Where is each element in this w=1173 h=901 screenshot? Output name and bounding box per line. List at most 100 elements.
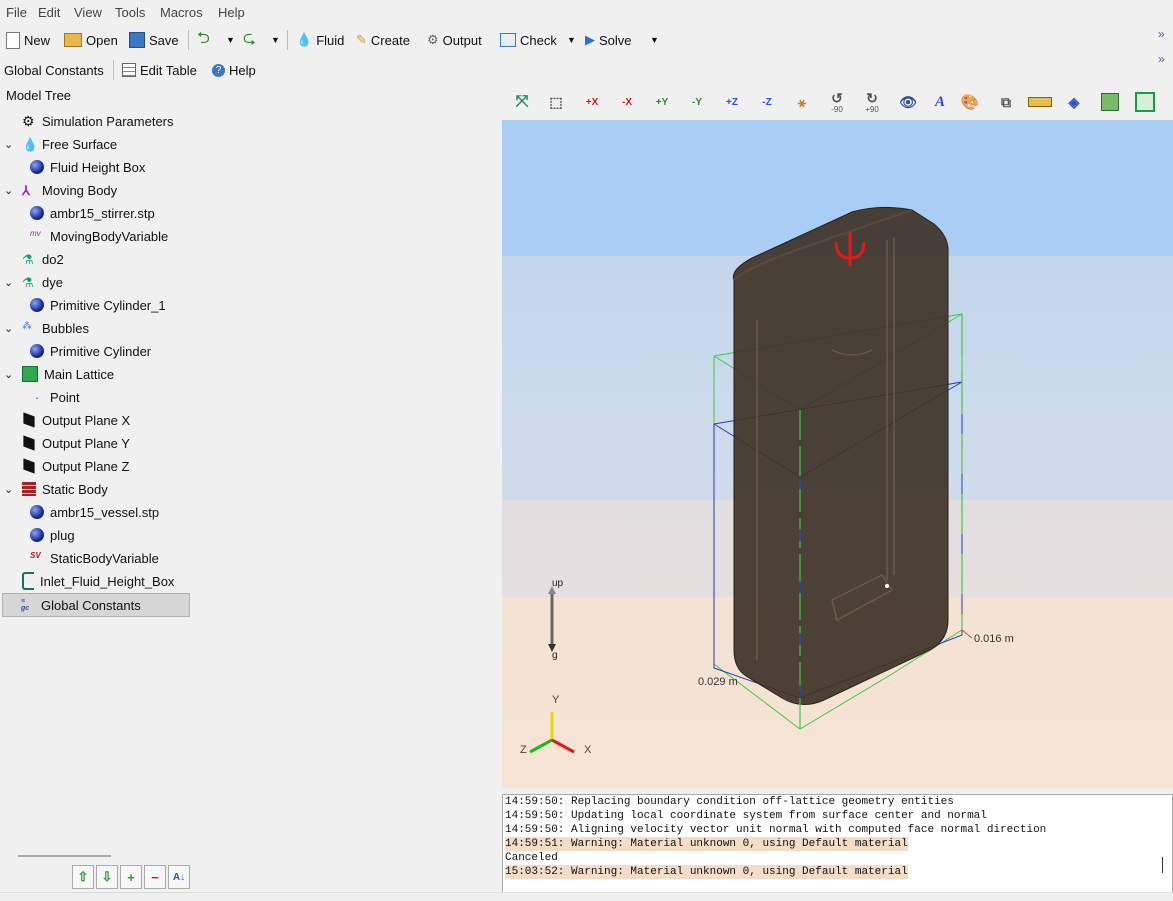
save-button[interactable]: Save <box>129 30 179 50</box>
tree-item-moving-body[interactable]: ⌄ ⅄ Moving Body <box>0 179 200 201</box>
tree-item-bubbles[interactable]: ⌄ ⁂ Bubbles <box>0 317 200 339</box>
tree-item-dye[interactable]: ⌄ ⚗ dye <box>0 271 200 293</box>
tree-item-ambr15-stirrer[interactable]: ambr15_stirrer.stp <box>30 202 155 224</box>
wireframe-view-button[interactable] <box>1131 88 1159 116</box>
shaded-view-button[interactable] <box>1096 88 1124 116</box>
tree-item-point[interactable]: · Point <box>30 386 80 408</box>
tree-item-primitive-cylinder-1[interactable]: Primitive Cylinder_1 <box>30 294 166 316</box>
check-dropdown[interactable]: ▼ <box>567 30 576 50</box>
solid-cube-icon <box>1101 93 1119 111</box>
edit-table-label: Edit Table <box>140 62 197 78</box>
check-button-label: Check <box>520 32 557 48</box>
edit-table-button[interactable]: Edit Table <box>122 60 197 80</box>
undo-dropdown[interactable]: ▼ <box>226 30 235 50</box>
tree-item-plug[interactable]: plug <box>30 524 75 546</box>
redo-dropdown[interactable]: ▼ <box>271 30 280 50</box>
move-down-button[interactable]: ⇩ <box>96 865 118 889</box>
menu-macros[interactable]: Macros <box>160 5 203 20</box>
tree-item-output-plane-z[interactable]: Output Plane Z <box>22 455 129 477</box>
view-plus-y-button[interactable]: +Y <box>648 88 676 116</box>
3d-viewport[interactable]: 0.029 m 0.016 m up g Y X Z <box>502 120 1173 788</box>
open-button[interactable]: Open <box>64 30 118 50</box>
remove-button[interactable]: − <box>144 865 166 889</box>
chevron-down-icon[interactable]: ⌄ <box>4 276 14 289</box>
visibility-button[interactable]: 👁 <box>894 88 922 116</box>
minus-icon: − <box>151 869 159 885</box>
view-minus-z-button[interactable]: -Z <box>753 88 781 116</box>
tree-item-global-constants[interactable]: ≡ gc Global Constants <box>2 593 190 617</box>
help-button[interactable]: ? Help <box>212 60 256 80</box>
projection-button[interactable]: ⧉ <box>992 88 1020 116</box>
gear-icon: ⚙ <box>22 113 35 129</box>
tree-item-ambr15-vessel[interactable]: ambr15_vessel.stp <box>30 501 159 523</box>
chevron-down-icon[interactable]: ⌄ <box>4 322 14 335</box>
menu-view[interactable]: View <box>74 5 102 20</box>
fit-all-button[interactable]: ⤧ <box>508 88 536 116</box>
rotate-minus-90-label: -90 <box>831 104 843 114</box>
ruler-button[interactable] <box>1026 88 1054 116</box>
view-plus-x-button[interactable]: +X <box>578 88 606 116</box>
view-minus-x-button[interactable]: -X <box>613 88 641 116</box>
isometric-view-button[interactable]: ⚹ <box>788 88 816 116</box>
tree-item-simulation-parameters[interactable]: ⚙ Simulation Parameters <box>22 110 174 132</box>
tree-item-do2[interactable]: ⚗ do2 <box>22 248 64 270</box>
solve-dropdown[interactable]: ▼ <box>650 30 659 50</box>
tree-item-free-surface[interactable]: ⌄ 💧 Free Surface <box>0 133 200 155</box>
sphere-icon <box>30 206 44 220</box>
view-plus-z-label: +Z <box>726 96 738 108</box>
output-button-label: Output <box>442 32 482 48</box>
rotate-plus-90-label: +90 <box>865 104 879 114</box>
axis-triad <box>529 712 575 754</box>
chevron-down-icon[interactable]: ⌄ <box>4 184 14 197</box>
tree-item-main-lattice[interactable]: ⌄ Main Lattice <box>0 363 200 385</box>
log-console[interactable]: 14:59:50: Replacing boundary condition o… <box>502 794 1173 894</box>
output-button[interactable]: ⚙ Output <box>427 30 482 50</box>
tree-item-output-plane-y[interactable]: Output Plane Y <box>22 432 130 454</box>
redo-button[interactable]: ⮎ <box>243 30 256 50</box>
new-button[interactable]: New <box>6 30 50 50</box>
fluid-button[interactable]: 💧 Fluid <box>296 30 344 50</box>
rotate-plus-90-button[interactable]: ↻ +90 <box>858 88 886 116</box>
appearance-button[interactable]: 🎨 <box>956 88 984 116</box>
tree-item-static-body[interactable]: ⌄ Static Body <box>0 478 200 500</box>
check-button[interactable]: Check <box>500 30 557 50</box>
menu-tools[interactable]: Tools <box>115 5 145 20</box>
tree-item-inlet-fluid-height-box[interactable]: Inlet_Fluid_Height_Box <box>22 570 174 592</box>
solve-button[interactable]: ▶ Solve <box>585 30 632 50</box>
add-button[interactable]: + <box>120 865 142 889</box>
text-icon: A <box>934 93 945 110</box>
rotate-cw-icon: ↻ <box>866 89 878 106</box>
double-chevron-right-icon: » <box>1158 27 1165 41</box>
tree-item-primitive-cylinder[interactable]: Primitive Cylinder <box>30 340 151 362</box>
tree-item-label: Primitive Cylinder_1 <box>50 297 166 313</box>
clip-plane-button[interactable]: ◈ <box>1060 88 1088 116</box>
tree-item-output-plane-x[interactable]: Output Plane X <box>22 409 130 431</box>
chevron-down-icon[interactable]: ⌄ <box>4 368 14 381</box>
view-minus-y-button[interactable]: -Y <box>683 88 711 116</box>
toolbar-overflow-button[interactable]: » <box>1158 24 1165 44</box>
tree-item-fluid-height-box[interactable]: Fluid Height Box <box>30 156 145 178</box>
scene-svg <box>529 206 973 754</box>
text-annotation-button[interactable]: A <box>926 88 954 116</box>
save-button-label: Save <box>149 32 179 48</box>
rotate-minus-90-button[interactable]: ↺ -90 <box>823 88 851 116</box>
create-button[interactable]: ✎ Create <box>356 30 410 50</box>
chevron-down-icon[interactable]: ⌄ <box>4 138 14 151</box>
tree-item-static-body-variable[interactable]: SV StaticBodyVariable <box>30 547 159 569</box>
tree-item-label: ambr15_vessel.stp <box>50 504 160 520</box>
menu-file[interactable]: File <box>6 5 27 20</box>
undo-button[interactable]: ⮌ <box>197 30 210 50</box>
vessel-body <box>732 206 949 705</box>
move-up-button[interactable]: ⇧ <box>72 865 94 889</box>
log-line: 14:59:50: Replacing boundary condition o… <box>505 796 954 808</box>
toolbar2-overflow-button[interactable]: » <box>1158 52 1165 66</box>
view-plus-z-button[interactable]: +Z <box>718 88 746 116</box>
mv-variable-icon: mv <box>30 229 41 238</box>
tree-splitter[interactable] <box>18 855 111 857</box>
zoom-box-button[interactable]: ⬚ <box>542 88 570 116</box>
tree-item-moving-body-variable[interactable]: mv MovingBodyVariable <box>30 225 168 247</box>
menu-edit[interactable]: Edit <box>38 5 60 20</box>
chevron-down-icon[interactable]: ⌄ <box>4 483 14 496</box>
menu-help[interactable]: Help <box>218 5 245 20</box>
sort-button[interactable]: A↓ <box>168 865 190 889</box>
